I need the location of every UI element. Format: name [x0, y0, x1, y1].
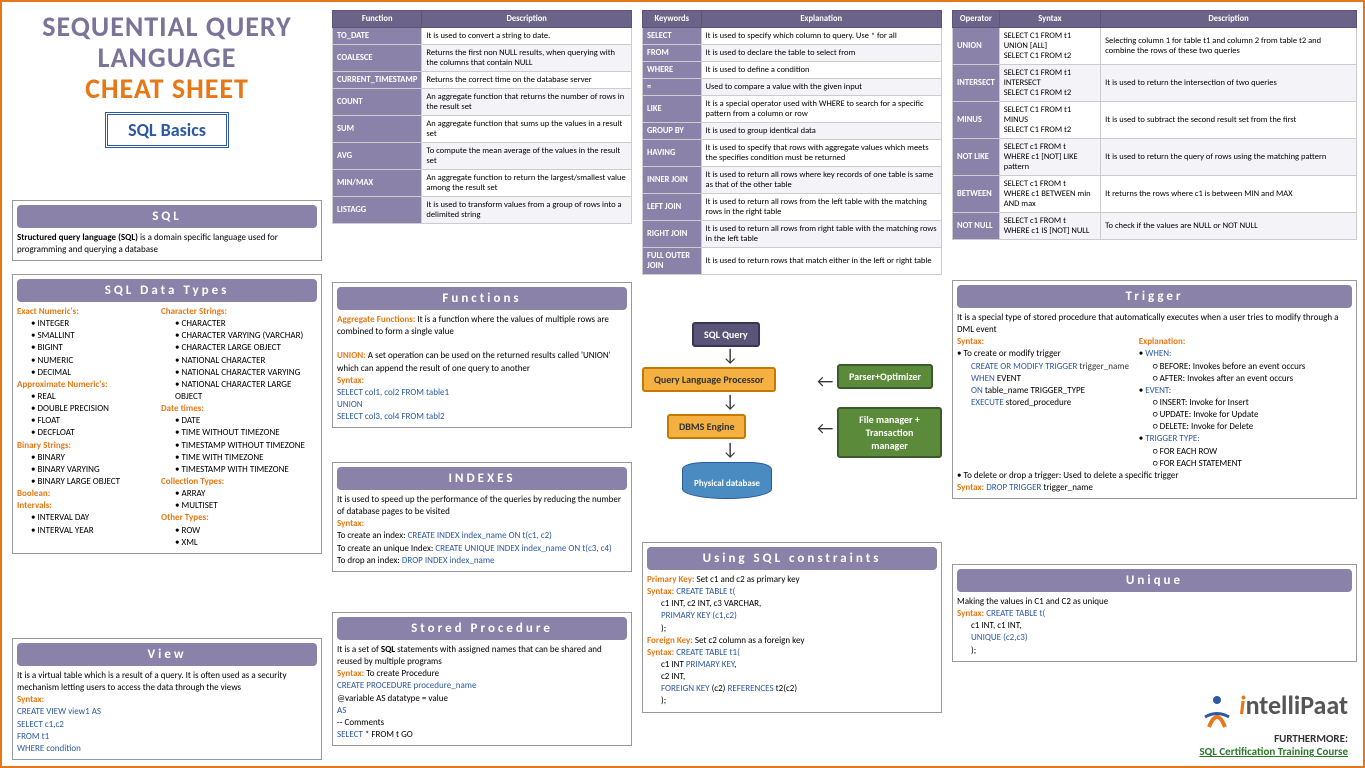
furthermore-label: FURTHERMORE: — [1274, 732, 1348, 745]
indexes-box: INDEXES It is used to speed up the perfo… — [332, 462, 632, 572]
functions-header: Functions — [337, 287, 627, 310]
operator-table: OperatorSyntaxDescriptionUNIONSELECT C1 … — [952, 10, 1357, 240]
view-header: View — [17, 643, 317, 666]
function-table: FunctionDescriptionTO_DATEIt is used to … — [332, 10, 632, 224]
sql-header: SQL — [17, 205, 317, 228]
flow-db-cylinder: Physical database — [682, 462, 772, 499]
logo-text: intelliPaat — [1239, 689, 1348, 721]
flow-qlp: Query Language Processor — [642, 367, 776, 392]
sql-intro-box: SQL Structured query language (SQL) is a… — [12, 200, 322, 261]
view-body: It is a virtual table which is a result … — [17, 670, 317, 694]
constraints-box: Using SQL constraints Primary Key: Set c… — [642, 542, 942, 713]
flowchart: SQL Query ↓ Query Language Processor ← P… — [642, 322, 952, 532]
functions-box: Functions Aggregate Functions: It is a f… — [332, 282, 632, 428]
course-link[interactable]: SQL Certification Training Course — [1199, 745, 1348, 758]
bool-label: Boolean: — [17, 488, 161, 500]
flow-parser: Parser+Optimizer — [837, 364, 933, 389]
indexes-header: INDEXES — [337, 467, 627, 490]
exact-label: Exact Numeric's: — [17, 306, 161, 318]
unique-header: Unique — [957, 569, 1352, 592]
flow-filemgr: File manager + Transaction manager — [837, 407, 942, 458]
title-block: SEQUENTIAL QUERY LANGUAGE CHEAT SHEET SQ… — [12, 12, 322, 148]
trigger-header: Trigger — [957, 285, 1352, 308]
sql-basics-badge: SQL Basics — [105, 112, 229, 148]
view-code: CREATE VIEW view1 ASSELECT c1,c2FROM t1W… — [17, 706, 317, 755]
flow-dbms: DBMS Engine — [667, 414, 746, 439]
coll-label: Collection Types: — [161, 476, 317, 488]
storedproc-header: Stored Procedure — [337, 617, 627, 640]
unique-box: Unique Making the values in C1 and C2 as… — [952, 564, 1357, 662]
logo-icon — [1197, 692, 1237, 732]
approx-label: Approximate Numeric's: — [17, 379, 161, 391]
storedproc-box: Stored Procedure It is a set of SQL stat… — [332, 612, 632, 746]
main-title: SEQUENTIAL QUERY LANGUAGE CHEAT SHEET — [12, 12, 322, 104]
datatypes-header: SQL Data Types — [17, 279, 317, 302]
date-label: Date times: — [161, 403, 317, 415]
other-label: Other Types: — [161, 512, 317, 524]
datatypes-box: SQL Data Types Exact Numeric's: • INTEGE… — [12, 274, 322, 554]
char-label: Character Strings: — [161, 306, 317, 318]
sql-body: Structured query language (SQL) is a dom… — [17, 232, 317, 256]
trigger-box: Trigger It is a special type of stored p… — [952, 280, 1357, 499]
interval-label: Intervals: — [17, 500, 161, 512]
keywords-table: KeywordsExplanationSELECTIt is used to s… — [642, 10, 942, 275]
view-syntax-label: Syntax: — [17, 694, 317, 706]
constraints-header: Using SQL constraints — [647, 547, 937, 570]
logo-area: intelliPaat FURTHERMORE: SQL Certificati… — [1197, 689, 1348, 758]
view-box: View It is a virtual table which is a re… — [12, 638, 322, 760]
binary-label: Binary Strings: — [17, 440, 161, 452]
